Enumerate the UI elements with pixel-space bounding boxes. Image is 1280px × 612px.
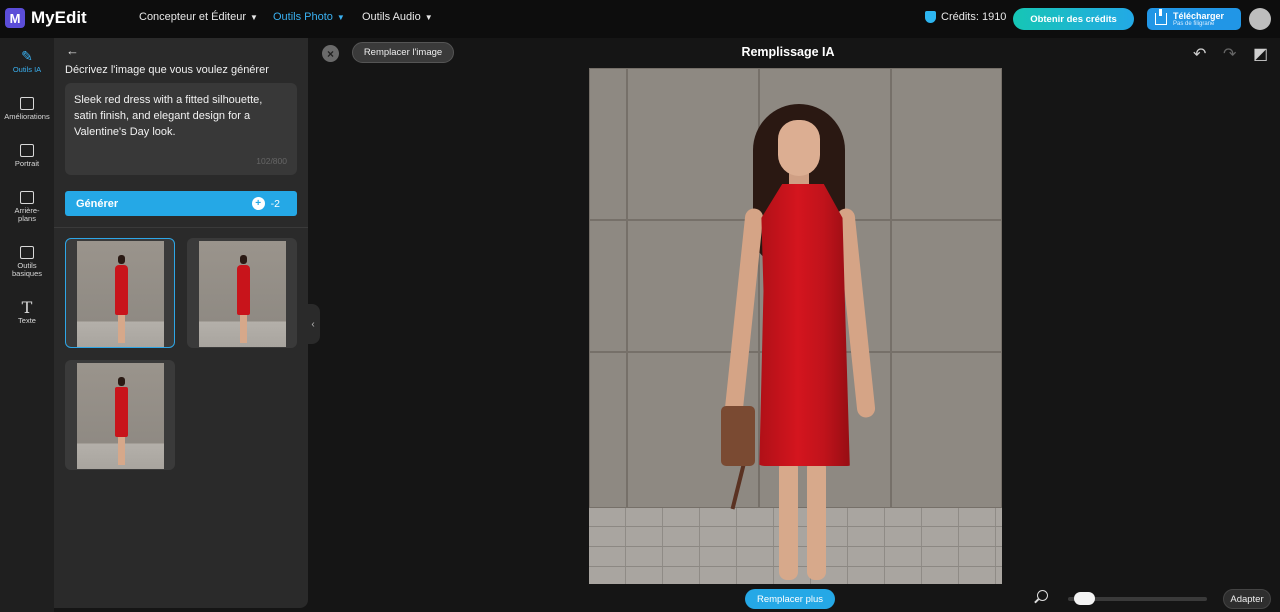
text-icon: T (21, 298, 33, 317)
close-icon[interactable]: × (322, 45, 339, 62)
credit-coin-icon: + (251, 197, 265, 210)
figure (115, 255, 128, 345)
rail-label: Améliorations (4, 112, 50, 121)
prompt-char-count: 102/800 (256, 156, 287, 166)
rail-item-portrait[interactable]: Portrait (0, 144, 54, 168)
logo-mark-icon: M (5, 8, 25, 28)
magic-wand-icon: ✎ (21, 48, 33, 64)
download-label: Télécharger (1173, 10, 1225, 21)
generate-cost-value: -2 (270, 197, 280, 210)
top-bar: M MyEdit Concepteur et Éditeur ▼ Outils P… (0, 0, 1280, 38)
thumbnail-image (199, 241, 286, 347)
rail-item-ameliorations[interactable]: Améliorations (0, 97, 54, 121)
nav-label: Concepteur et Éditeur (139, 11, 247, 23)
rail-item-texte[interactable]: T Texte (0, 298, 54, 325)
rail-label: Texte (18, 316, 36, 325)
replace-image-button[interactable]: Remplacer l'image (352, 42, 454, 63)
face (778, 120, 820, 176)
thumbnail-image (77, 241, 164, 347)
result-thumbnail-2[interactable] (187, 238, 297, 348)
nav-outils-photo[interactable]: Outils Photo ▼ (273, 11, 345, 23)
nav-label: Outils Audio (362, 11, 421, 23)
right-leg (807, 460, 826, 580)
nav-concepteur[interactable]: Concepteur et Éditeur ▼ (139, 11, 258, 23)
rail-label: Portrait (14, 159, 40, 168)
avatar[interactable] (1249, 8, 1271, 30)
panel-title: Décrivez l'image que vous voulez générer (65, 64, 269, 76)
app-name: MyEdit (31, 8, 87, 27)
chevron-down-icon: ▼ (424, 12, 433, 22)
figure (115, 377, 128, 467)
get-credits-button[interactable]: Obtenir des crédits (1013, 8, 1134, 30)
canvas-image[interactable] (589, 68, 1002, 584)
shield-icon (925, 11, 936, 23)
credits-display: Crédits: 1910 (925, 11, 1006, 23)
rail-item-arriere-plans[interactable]: Arrière-plans (0, 191, 54, 224)
rail-label: Outils IA (12, 65, 42, 74)
divider (54, 227, 308, 228)
result-thumbnail-3[interactable] (65, 360, 175, 470)
compare-icon[interactable]: ◩ (1253, 44, 1268, 64)
prompt-text: Sleek red dress with a fitted silhouette… (74, 94, 263, 138)
ai-fill-panel: ← Décrivez l'image que vous voulez génér… (54, 38, 308, 608)
fit-button[interactable]: Adapter (1223, 589, 1271, 609)
rail-item-outils-basiques[interactable]: Outils basiques (0, 246, 54, 279)
zoom-slider-handle[interactable] (1073, 592, 1095, 605)
generate-cost: + -2 (251, 197, 280, 210)
redo-icon[interactable]: ↷ (1223, 44, 1236, 64)
background-icon (20, 191, 34, 204)
rail-label: Arrière-plans (14, 206, 40, 224)
enhance-image-icon (20, 97, 34, 110)
credits-label: Crédits: 1910 (941, 11, 1007, 23)
generate-label: Générer (76, 197, 119, 210)
download-sublabel: Pas de filigrane (1173, 20, 1215, 27)
tool-rail: ✎ Outils IA Améliorations Portrait Arriè… (0, 38, 54, 612)
rail-label: Outils basiques (11, 261, 43, 279)
zoom-icon[interactable] (1037, 590, 1048, 601)
download-icon (1155, 9, 1167, 25)
left-leg (779, 460, 798, 580)
figure (237, 255, 250, 345)
chevron-down-icon: ▼ (336, 12, 345, 22)
red-dress (759, 184, 850, 466)
undo-icon[interactable]: ↶ (1193, 44, 1206, 64)
chevron-down-icon: ▼ (250, 12, 258, 22)
rail-item-outils-ia[interactable]: ✎ Outils IA (0, 48, 54, 74)
app-logo[interactable]: M MyEdit (5, 8, 87, 28)
result-thumbnail-1[interactable] (65, 238, 175, 348)
prompt-textarea[interactable]: Sleek red dress with a fitted silhouette… (65, 83, 297, 175)
back-arrow-icon[interactable]: ← (66, 43, 79, 58)
handbag (721, 406, 755, 466)
collapse-panel-button[interactable]: ‹ (306, 304, 320, 344)
nav-outils-audio[interactable]: Outils Audio ▼ (362, 11, 433, 23)
crop-icon (20, 246, 34, 259)
replace-more-button[interactable]: Remplacer plus (745, 589, 835, 609)
canvas-title: Remplissage IA (741, 45, 835, 59)
portrait-icon (20, 144, 34, 157)
nav-label: Outils Photo (273, 11, 333, 23)
generate-button[interactable]: Générer + -2 (65, 191, 297, 216)
download-button[interactable]: Télécharger Pas de filigrane (1147, 8, 1241, 30)
thumbnail-image (77, 363, 164, 469)
chevron-left-icon: ‹ (311, 318, 315, 330)
